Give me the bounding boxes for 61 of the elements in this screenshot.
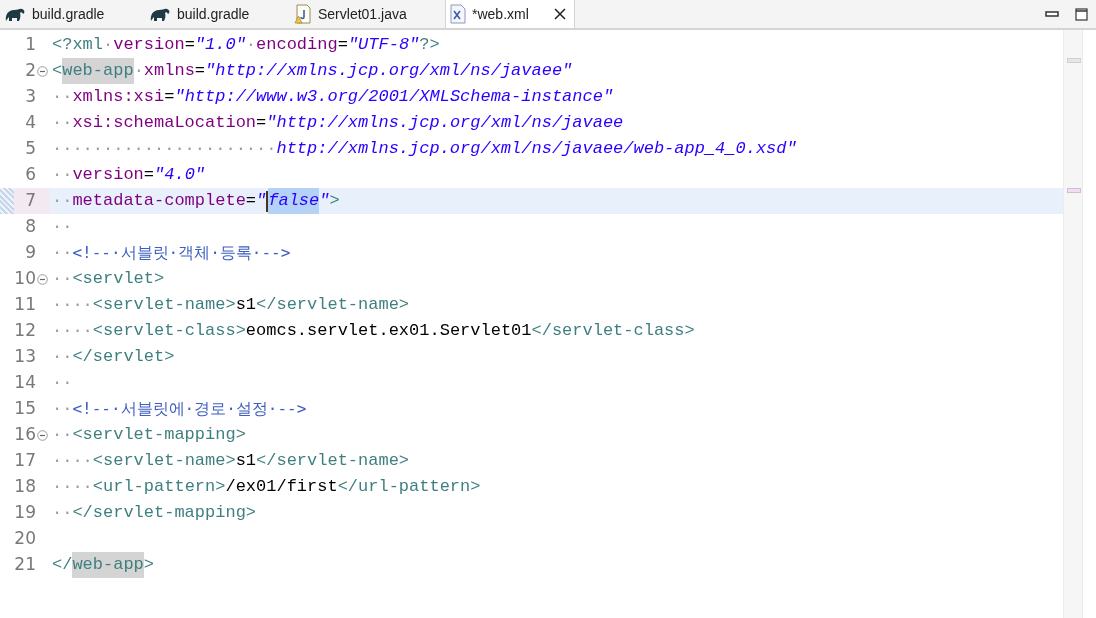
line-number: 4 bbox=[25, 111, 36, 135]
code-line: ····<servlet-class>eomcs.servlet.ex01.Servlet01</servlet-class> bbox=[51, 320, 696, 343]
line-number: 2 bbox=[25, 59, 36, 83]
line-number: 10 bbox=[14, 267, 36, 291]
line-number: 7 bbox=[25, 189, 36, 213]
code-line: ····<servlet-name>s1</servlet-name> bbox=[51, 450, 411, 473]
code-line: ··</servlet> bbox=[51, 346, 176, 369]
line-number: 18 bbox=[14, 475, 36, 499]
gradle-elephant-icon bbox=[4, 6, 26, 22]
fold-toggle-icon[interactable] bbox=[37, 430, 48, 441]
line-number: 16 bbox=[14, 423, 36, 447]
code-line: ··<servlet-mapping> bbox=[51, 424, 247, 447]
line-number: 15 bbox=[14, 397, 36, 421]
line-number: 9 bbox=[25, 241, 36, 265]
code-line: ··xmlns:xsi="http://www.w3.org/2001/XMLSchema-instance" bbox=[51, 86, 615, 109]
xml-file-icon bbox=[450, 4, 466, 24]
code-line: ··<!--·서블릿에·경로·설정·--> bbox=[51, 398, 308, 421]
editor-tab[interactable]: build.gradle bbox=[0, 0, 145, 28]
line-number: 17 bbox=[14, 449, 36, 473]
ruler-mark bbox=[1067, 188, 1081, 193]
java-file-icon bbox=[294, 4, 312, 24]
maximize-icon[interactable] bbox=[1075, 7, 1088, 21]
code-line: <?xml·version="1.0"·encoding="UTF-8"?> bbox=[51, 34, 441, 57]
line-number: 14 bbox=[14, 371, 36, 395]
code-line: ·· bbox=[51, 372, 74, 395]
code-line: ··version="4.0" bbox=[51, 164, 207, 187]
line-number: 8 bbox=[25, 215, 36, 239]
code-line: ······················http://xmlns.jcp.org/xml/ns/javaee/web-app_4_0.xsd" bbox=[51, 138, 798, 161]
fold-toggle-icon[interactable] bbox=[37, 66, 48, 77]
tab-label: build.gradle bbox=[32, 4, 105, 24]
editor-tab[interactable]: build.gradle bbox=[145, 0, 290, 28]
line-number: 20 bbox=[14, 527, 36, 551]
tab-label: *web.xml bbox=[472, 4, 529, 24]
text-cursor bbox=[266, 190, 269, 212]
line-number: 12 bbox=[14, 319, 36, 343]
line-number: 6 bbox=[25, 163, 36, 187]
code-line: ··<!--·서블릿·객체·등록·--> bbox=[51, 242, 292, 265]
line-number: 21 bbox=[14, 553, 36, 577]
editor-tab[interactable]: Servlet01.java bbox=[290, 0, 445, 28]
code-line: ··</servlet-mapping> bbox=[51, 502, 258, 525]
code-line: ····<servlet-name>s1</servlet-name> bbox=[51, 294, 411, 317]
tab-label: Servlet01.java bbox=[318, 4, 407, 24]
code-line: </web-app> bbox=[50, 552, 1063, 578]
line-number: 11 bbox=[14, 293, 36, 317]
tab-label: build.gradle bbox=[177, 4, 250, 24]
fold-toggle-icon[interactable] bbox=[37, 274, 48, 285]
code-line: ·· bbox=[51, 216, 74, 239]
code-line: ··<servlet> bbox=[51, 268, 166, 291]
line-number: 5 bbox=[25, 137, 36, 161]
minimize-icon[interactable] bbox=[1045, 11, 1059, 17]
line-number: 3 bbox=[25, 85, 36, 109]
code-line: ····<url-pattern>/ex01/first</url-pattern> bbox=[51, 476, 482, 499]
line-number: 1 bbox=[25, 33, 36, 57]
ruler-mark bbox=[1067, 58, 1081, 63]
code-line: ··xsi:schemaLocation="http://xmlns.jcp.org/xml/ns/javaee bbox=[51, 112, 625, 135]
gradle-elephant-icon bbox=[149, 6, 171, 22]
line-number: 13 bbox=[14, 345, 36, 369]
line-number: 19 bbox=[14, 501, 36, 525]
editor-tab[interactable]: *web.xml bbox=[445, 0, 575, 28]
code-line: <web-app·xmlns="http://xmlns.jcp.org/xml/ns/javaee" bbox=[50, 58, 1063, 84]
close-icon[interactable] bbox=[554, 8, 566, 20]
